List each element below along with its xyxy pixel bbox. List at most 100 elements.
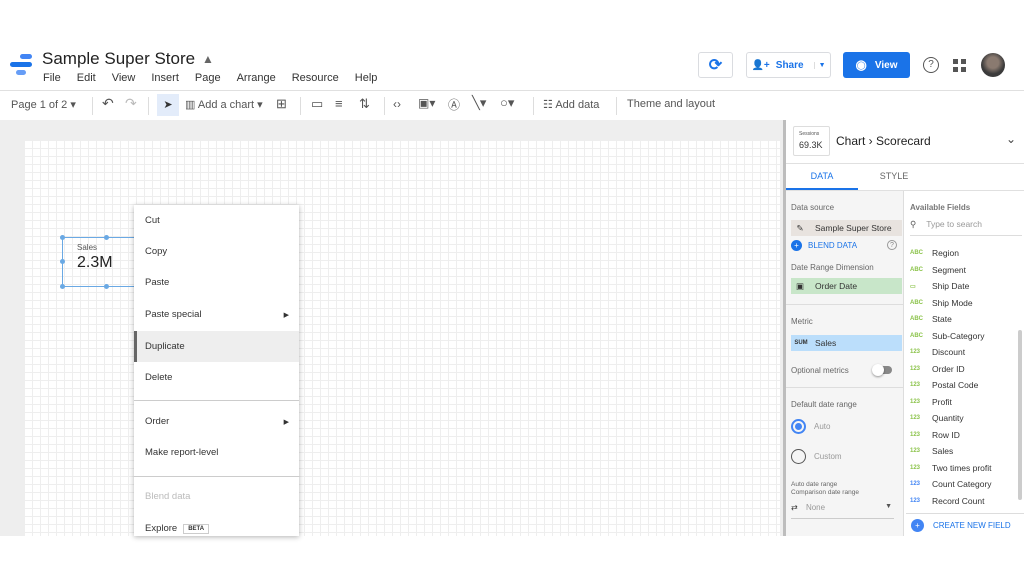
- resize-handle[interactable]: [104, 235, 109, 240]
- date-range-icon[interactable]: ▭: [311, 96, 323, 112]
- add-data-button[interactable]: ☷ Add data: [543, 98, 599, 111]
- scorecard-chart[interactable]: Sales 2.3M: [60, 235, 142, 289]
- tab-data[interactable]: DATA: [786, 164, 858, 190]
- menu-item-order[interactable]: Order ▶: [134, 406, 299, 437]
- add-chart-button[interactable]: ▥ Add a chart ▾: [185, 98, 263, 111]
- field-name: Record Count: [932, 495, 985, 506]
- refresh-button[interactable]: ⟳: [698, 52, 733, 78]
- shape-icon[interactable]: ○▾: [500, 95, 514, 111]
- select-icon[interactable]: ➤: [157, 94, 179, 116]
- field-item[interactable]: 123 Quantity: [910, 413, 964, 423]
- field-name: Ship Mode: [932, 297, 973, 308]
- embed-icon[interactable]: ‹›: [393, 97, 401, 111]
- scorecard-label: Sales: [77, 243, 98, 252]
- field-name: Count Category: [932, 479, 992, 489]
- avatar[interactable]: [981, 53, 1005, 77]
- field-item[interactable]: 123 Count Category: [910, 479, 992, 489]
- eye-icon: ◉: [855, 57, 867, 72]
- view-button[interactable]: ◉ View: [843, 52, 910, 78]
- field-item[interactable]: 123 Profit: [910, 397, 952, 407]
- menu-view[interactable]: View: [112, 72, 136, 84]
- resize-handle[interactable]: [104, 284, 109, 289]
- data-studio-logo: [10, 54, 34, 76]
- menu-insert[interactable]: Insert: [151, 72, 179, 84]
- line-icon[interactable]: ╲▾: [472, 95, 486, 111]
- menu-item-paste-special[interactable]: Paste special ▶: [134, 299, 299, 330]
- resize-handle[interactable]: [60, 235, 65, 240]
- resize-handle[interactable]: [60, 259, 65, 264]
- field-item[interactable]: ABC Ship Mode: [910, 298, 973, 308]
- add-circle-icon: +: [911, 518, 924, 532]
- field-name: Profit: [932, 396, 952, 407]
- menu-item-make-report-level[interactable]: Make report-level: [134, 437, 299, 468]
- field-item[interactable]: ABC Segment: [910, 265, 966, 275]
- chevron-down-icon[interactable]: ⌄: [1006, 132, 1016, 146]
- data-source-chip[interactable]: ✎ Sample Super Store: [791, 220, 902, 236]
- menu-bar: File Edit View Insert Page Arrange Resou…: [43, 72, 393, 84]
- field-name: Quantity: [932, 413, 964, 423]
- field-item[interactable]: ABC Sub-Category: [910, 331, 984, 341]
- menu-resource[interactable]: Resource: [292, 72, 339, 84]
- field-item[interactable]: ABC State: [910, 314, 952, 324]
- field-item[interactable]: 123 Row ID: [910, 430, 960, 440]
- metric-chip[interactable]: SUM Sales: [791, 335, 902, 351]
- text-type-icon: ABC: [910, 250, 923, 256]
- field-item[interactable]: 123 Record Count: [910, 496, 984, 506]
- field-item[interactable]: ▭ Ship Date: [910, 281, 969, 291]
- data-column: Data source ✎ Sample Super Store + BLEND D…: [786, 191, 904, 536]
- menu-item-delete[interactable]: Delete: [134, 362, 299, 393]
- page-selector[interactable]: Page 1 of 2 ▾: [11, 98, 76, 111]
- data-control-icon[interactable]: ⇅: [359, 96, 370, 112]
- divider: [134, 400, 299, 401]
- menu-page[interactable]: Page: [195, 72, 221, 84]
- field-item[interactable]: ABC Region: [910, 248, 959, 258]
- resize-handle[interactable]: [60, 284, 65, 289]
- field-item[interactable]: 123 Two times profit: [910, 463, 992, 473]
- share-button[interactable]: 👤+ Share ▼: [746, 52, 831, 78]
- menu-file[interactable]: File: [43, 72, 61, 84]
- share-dropdown-icon[interactable]: ▼: [813, 61, 826, 69]
- optional-metrics-toggle[interactable]: [872, 364, 892, 376]
- redo-icon[interactable]: ↷: [125, 95, 137, 112]
- field-item[interactable]: 123 Sales: [910, 446, 953, 456]
- report-title[interactable]: Sample Super Store: [42, 49, 195, 69]
- radio-auto[interactable]: [791, 419, 806, 434]
- field-item[interactable]: 123 Postal Code: [910, 380, 978, 390]
- undo-icon[interactable]: ↶: [102, 95, 114, 112]
- create-new-field-button[interactable]: + CREATE NEW FIELD: [906, 513, 1024, 536]
- blend-data-button[interactable]: + BLEND DATA: [791, 240, 857, 251]
- community-viz-icon[interactable]: ⊞: [276, 96, 287, 112]
- apps-icon[interactable]: [953, 59, 966, 72]
- text-type-icon: ABC: [910, 316, 923, 322]
- menu-item-copy[interactable]: Copy: [134, 236, 299, 267]
- menu-item-duplicate[interactable]: Duplicate: [134, 331, 299, 362]
- scorecard-value: 2.3M: [77, 254, 113, 271]
- help-icon[interactable]: ?: [887, 240, 897, 250]
- text-icon[interactable]: Ⓐ: [448, 96, 460, 113]
- number-type-icon: 123: [910, 349, 921, 355]
- comparison-select[interactable]: ⇄ None ▼: [791, 503, 894, 519]
- tab-style[interactable]: STYLE: [858, 164, 930, 190]
- image-icon[interactable]: ▣▾: [418, 96, 435, 110]
- field-item[interactable]: 123 Discount: [910, 347, 965, 357]
- field-name: Sub-Category: [932, 330, 985, 341]
- date-dimension-chip[interactable]: ▣ Order Date: [791, 278, 902, 294]
- menu-item-paste[interactable]: Paste: [134, 267, 299, 298]
- radio-custom[interactable]: [791, 449, 806, 464]
- filter-icon[interactable]: ≡: [335, 96, 343, 111]
- properties-panel: Sessions 69.3K Chart › Scorecard ⌄ DATA …: [783, 120, 1024, 536]
- field-name: Segment: [932, 264, 967, 275]
- field-item[interactable]: 123 Order ID: [910, 364, 965, 374]
- context-menu: Cut Copy Paste Paste special ▶ Duplicate …: [134, 205, 299, 536]
- menu-arrange[interactable]: Arrange: [237, 72, 276, 84]
- menu-item-explore[interactable]: Explore BETA: [134, 513, 299, 544]
- theme-layout-button[interactable]: Theme and layout: [627, 98, 715, 110]
- menu-item-cut[interactable]: Cut: [134, 205, 299, 236]
- fields-scrollbar[interactable]: [1018, 330, 1022, 500]
- field-search-input[interactable]: ⚲ Type to search: [910, 219, 1022, 236]
- drive-icon[interactable]: ▲: [202, 52, 214, 66]
- beta-badge: BETA: [183, 523, 210, 534]
- help-icon[interactable]: ?: [923, 57, 939, 73]
- menu-edit[interactable]: Edit: [77, 72, 96, 84]
- menu-help[interactable]: Help: [355, 72, 378, 84]
